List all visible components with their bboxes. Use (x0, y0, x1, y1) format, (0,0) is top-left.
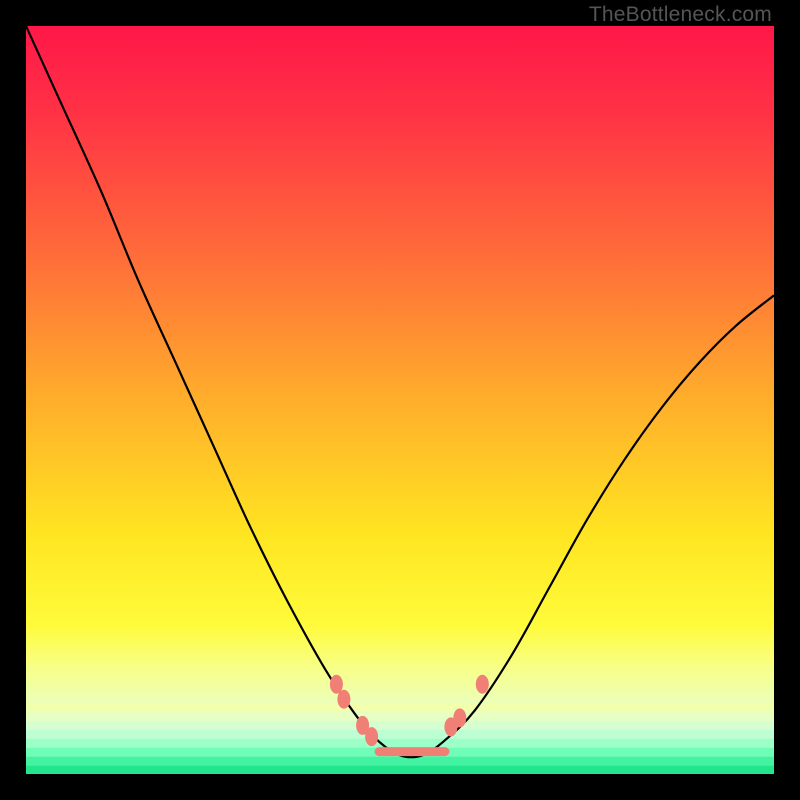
curve-layer (26, 26, 774, 774)
chart-frame: TheBottleneck.com (0, 0, 800, 800)
watermark-text: TheBottleneck.com (589, 3, 772, 27)
bead-markers (330, 675, 489, 746)
bottleneck-curve (26, 26, 774, 757)
plot-area (26, 26, 774, 774)
